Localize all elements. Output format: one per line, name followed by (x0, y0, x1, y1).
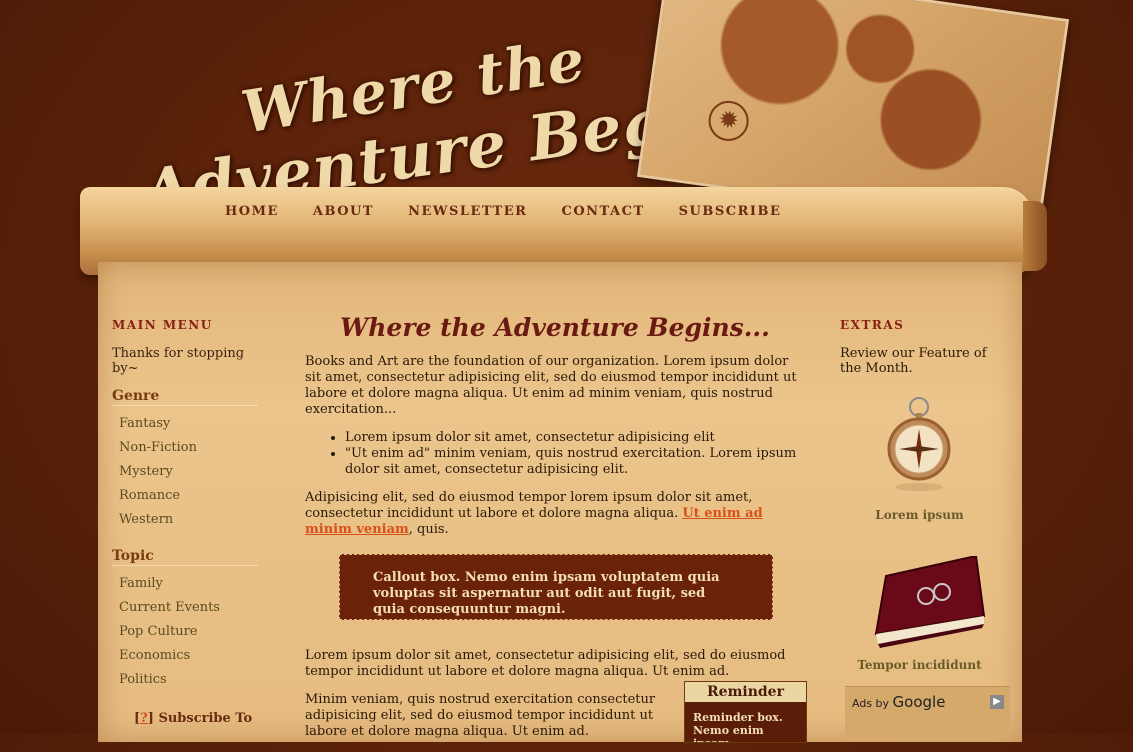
nav-subscribe[interactable]: SUBSCRIBE (679, 204, 782, 219)
bullet-list: Lorem ipsum dolor sit amet, consectetur … (305, 430, 805, 478)
thanks-text: Thanks for stopping by~ (112, 346, 245, 376)
ads-by-text: Ads by (852, 697, 890, 710)
right-sidebar: EXTRAS Review our Feature of the Month. (840, 318, 1005, 386)
subscribe-label: Subscribe To (158, 711, 253, 726)
nav-about[interactable]: ABOUT (313, 204, 374, 219)
fourth-paragraph: Minim veniam, quis nostrud exercitation … (305, 692, 656, 739)
callout-box: Callout box. Nemo enim ipsam voluptatem … (339, 554, 773, 620)
topic-heading: Topic (112, 548, 257, 566)
pocket-compass-image[interactable] (887, 395, 951, 495)
subscribe-close-bracket: ] (147, 711, 154, 726)
genre-item-mystery[interactable]: Mystery (119, 460, 257, 484)
topic-list: Family Current Events Pop Culture Econom… (112, 572, 257, 692)
google-logo: Google (892, 693, 946, 711)
genre-item-western[interactable]: Western (119, 508, 257, 532)
intro-paragraph: Books and Art are the foundation of our … (305, 354, 797, 417)
genre-item-fantasy[interactable]: Fantasy (119, 412, 257, 436)
nav-contact[interactable]: CONTACT (562, 204, 645, 219)
nav-home[interactable]: HOME (225, 204, 279, 219)
third-paragraph: Lorem ipsum dolor sit amet, consectetur … (305, 648, 786, 679)
caption-tempor-incididunt: Tempor incididunt (857, 658, 982, 672)
main-nav: HOME ABOUT NEWSLETTER CONTACT SUBSCRIBE (225, 204, 815, 219)
google-ads-box[interactable]: Ads by Google ▶ (845, 686, 1010, 737)
genre-list: Fantasy Non-Fiction Mystery Romance West… (112, 412, 257, 532)
reminder-body: Reminder box. Nemo enim ipsam (693, 711, 783, 742)
main-menu-heading: MAIN MENU (112, 318, 213, 332)
ads-by-google-label: Ads by Google (852, 693, 945, 711)
nav-newsletter[interactable]: NEWSLETTER (408, 204, 527, 219)
topic-item-pop-culture[interactable]: Pop Culture (119, 620, 257, 644)
topic-item-family[interactable]: Family (119, 572, 257, 596)
caption-lorem-ipsum: Lorem ipsum (875, 508, 964, 522)
topic-item-current-events[interactable]: Current Events (119, 596, 257, 620)
compass-rose-icon: ✹ (706, 98, 752, 144)
second-paragraph: Adipisicing elit, sed do eiusmod tempor … (305, 490, 805, 538)
genre-item-non-fiction[interactable]: Non-Fiction (119, 436, 257, 460)
extras-heading: EXTRAS (840, 318, 905, 332)
subscribe-feed-link[interactable]: [?] Subscribe To (134, 711, 252, 726)
review-text: Review our Feature of the Month. (840, 346, 987, 376)
second-paragraph-end: , quis. (408, 522, 449, 537)
topic-item-economics[interactable]: Economics (119, 644, 257, 668)
genre-item-romance[interactable]: Romance (119, 484, 257, 508)
genre-heading: Genre (112, 388, 257, 406)
bullet-item: Lorem ipsum dolor sit amet, consectetur … (345, 430, 805, 446)
bullet-item: "Ut enim ad" minim veniam, quis nostrud … (345, 446, 805, 478)
book-with-glasses-image[interactable] (866, 556, 986, 651)
left-sidebar: MAIN MENU Thanks for stopping by~ Genre … (112, 318, 257, 708)
ads-next-arrow-icon[interactable]: ▶ (990, 695, 1004, 709)
page-title: Where the Adventure Begins... (340, 313, 770, 342)
feed-help-icon[interactable]: ? (140, 711, 148, 726)
topic-item-politics[interactable]: Politics (119, 668, 257, 692)
reminder-heading: Reminder (685, 682, 806, 702)
